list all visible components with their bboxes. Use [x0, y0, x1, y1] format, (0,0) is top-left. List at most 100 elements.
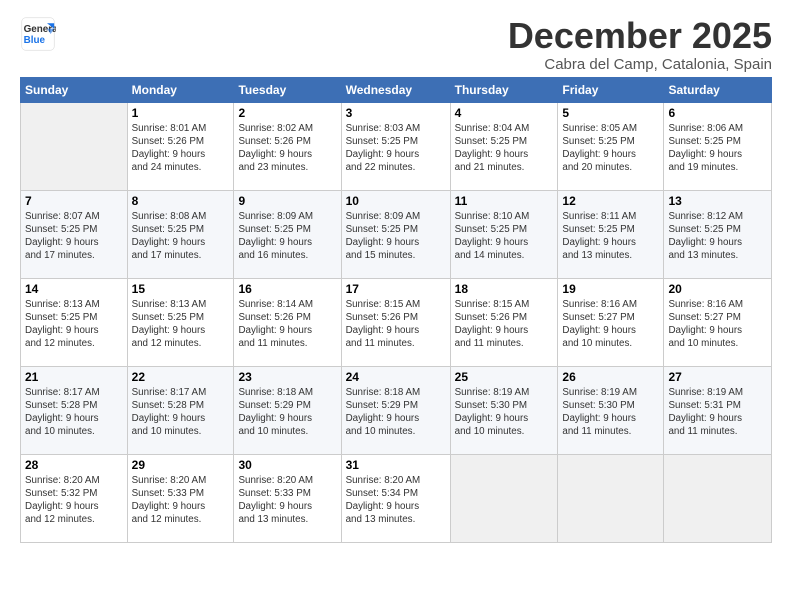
- day-number: 15: [132, 282, 230, 296]
- day-info: Sunrise: 8:19 AM Sunset: 5:30 PM Dayligh…: [562, 386, 659, 439]
- day-cell: 30 Sunrise: 8:20 AM Sunset: 5:33 PM Dayli…: [234, 454, 341, 542]
- day-cell: 23Sunrise: 8:18 AM Sunset: 5:29 PM Dayli…: [234, 366, 341, 454]
- day-info: Sunrise: 8:10 AM Sunset: 5:25 PM Dayligh…: [455, 210, 554, 263]
- day-cell: 17 Sunrise: 8:15 AM Sunset: 5:26 PM Dayli…: [341, 278, 450, 366]
- day-info: Sunrise: 8:16 AM Sunset: 5:27 PM Dayligh…: [562, 298, 659, 351]
- day-cell: 10 Sunrise: 8:09 AM Sunset: 5:25 PM Dayli…: [341, 190, 450, 278]
- day-cell: 28 Sunrise: 8:20 AM Sunset: 5:32 PM Dayli…: [21, 454, 128, 542]
- day-number: 30: [238, 458, 336, 472]
- day-number: 19: [562, 282, 659, 296]
- day-number: 1: [132, 106, 230, 120]
- day-cell: 14 Sunrise: 8:13 AM Sunset: 5:25 PM Dayli…: [21, 278, 128, 366]
- day-number: 27: [668, 370, 767, 384]
- day-info: Sunrise: 8:15 AM Sunset: 5:26 PM Dayligh…: [346, 298, 446, 351]
- day-cell: 18 Sunrise: 8:15 AM Sunset: 5:26 PM Dayli…: [450, 278, 558, 366]
- day-info: Sunrise: 8:20 AM Sunset: 5:33 PM Dayligh…: [238, 474, 336, 527]
- day-cell: 11 Sunrise: 8:10 AM Sunset: 5:25 PM Dayli…: [450, 190, 558, 278]
- day-cell: 8 Sunrise: 8:08 AM Sunset: 5:25 PM Daylig…: [127, 190, 234, 278]
- day-number: 16: [238, 282, 336, 296]
- day-info: Sunrise: 8:19 AM Sunset: 5:31 PM Dayligh…: [668, 386, 767, 439]
- calendar-table: Sunday Monday Tuesday Wednesday Thursday…: [20, 77, 772, 543]
- day-number: 2: [238, 106, 336, 120]
- header-row: Sunday Monday Tuesday Wednesday Thursday…: [21, 77, 772, 102]
- day-info: Sunrise: 8:03 AM Sunset: 5:25 PM Dayligh…: [346, 122, 446, 175]
- col-thursday: Thursday: [450, 77, 558, 102]
- day-info: Sunrise: 8:13 AM Sunset: 5:25 PM Dayligh…: [25, 298, 123, 351]
- day-cell: 25Sunrise: 8:19 AM Sunset: 5:30 PM Dayli…: [450, 366, 558, 454]
- week-row-2: 7Sunrise: 8:07 AM Sunset: 5:25 PM Daylig…: [21, 190, 772, 278]
- day-info: Sunrise: 8:15 AM Sunset: 5:26 PM Dayligh…: [455, 298, 554, 351]
- day-number: 8: [132, 194, 230, 208]
- day-number: 4: [455, 106, 554, 120]
- day-cell: [558, 454, 664, 542]
- day-info: Sunrise: 8:17 AM Sunset: 5:28 PM Dayligh…: [25, 386, 123, 439]
- day-number: 24: [346, 370, 446, 384]
- day-cell: 9 Sunrise: 8:09 AM Sunset: 5:25 PM Daylig…: [234, 190, 341, 278]
- day-cell: [450, 454, 558, 542]
- day-cell: [21, 102, 128, 190]
- day-number: 12: [562, 194, 659, 208]
- col-monday: Monday: [127, 77, 234, 102]
- day-number: 11: [455, 194, 554, 208]
- col-friday: Friday: [558, 77, 664, 102]
- day-number: 10: [346, 194, 446, 208]
- day-info: Sunrise: 8:08 AM Sunset: 5:25 PM Dayligh…: [132, 210, 230, 263]
- calendar-subtitle: Cabra del Camp, Catalonia, Spain: [508, 56, 772, 73]
- day-info: Sunrise: 8:18 AM Sunset: 5:29 PM Dayligh…: [238, 386, 336, 439]
- day-info: Sunrise: 8:20 AM Sunset: 5:34 PM Dayligh…: [346, 474, 446, 527]
- logo: General Blue: [20, 16, 56, 52]
- day-number: 17: [346, 282, 446, 296]
- day-cell: 24 Sunrise: 8:18 AM Sunset: 5:29 PM Dayli…: [341, 366, 450, 454]
- day-number: 21: [25, 370, 123, 384]
- day-info: Sunrise: 8:13 AM Sunset: 5:25 PM Dayligh…: [132, 298, 230, 351]
- day-cell: 31Sunrise: 8:20 AM Sunset: 5:34 PM Dayli…: [341, 454, 450, 542]
- calendar-body: 1 Sunrise: 8:01 AM Sunset: 5:26 PM Daylig…: [21, 102, 772, 542]
- day-number: 18: [455, 282, 554, 296]
- day-cell: 15 Sunrise: 8:13 AM Sunset: 5:25 PM Dayli…: [127, 278, 234, 366]
- week-row-3: 14 Sunrise: 8:13 AM Sunset: 5:25 PM Dayli…: [21, 278, 772, 366]
- week-row-4: 21 Sunrise: 8:17 AM Sunset: 5:28 PM Dayli…: [21, 366, 772, 454]
- day-cell: 21 Sunrise: 8:17 AM Sunset: 5:28 PM Dayli…: [21, 366, 128, 454]
- day-info: Sunrise: 8:09 AM Sunset: 5:25 PM Dayligh…: [238, 210, 336, 263]
- day-cell: 20 Sunrise: 8:16 AM Sunset: 5:27 PM Dayli…: [664, 278, 772, 366]
- day-number: 9: [238, 194, 336, 208]
- day-cell: 12 Sunrise: 8:11 AM Sunset: 5:25 PM Dayli…: [558, 190, 664, 278]
- day-info: Sunrise: 8:20 AM Sunset: 5:33 PM Dayligh…: [132, 474, 230, 527]
- logo-icon: General Blue: [20, 16, 56, 52]
- day-info: Sunrise: 8:16 AM Sunset: 5:27 PM Dayligh…: [668, 298, 767, 351]
- col-wednesday: Wednesday: [341, 77, 450, 102]
- week-row-5: 28 Sunrise: 8:20 AM Sunset: 5:32 PM Dayli…: [21, 454, 772, 542]
- title-block: December 2025 Cabra del Camp, Catalonia,…: [508, 16, 772, 73]
- day-cell: 4Sunrise: 8:04 AM Sunset: 5:25 PM Daylig…: [450, 102, 558, 190]
- day-cell: 27 Sunrise: 8:19 AM Sunset: 5:31 PM Dayli…: [664, 366, 772, 454]
- day-info: Sunrise: 8:20 AM Sunset: 5:32 PM Dayligh…: [25, 474, 123, 527]
- calendar-title: December 2025: [508, 16, 772, 56]
- day-cell: 16 Sunrise: 8:14 AM Sunset: 5:26 PM Dayli…: [234, 278, 341, 366]
- day-cell: 2Sunrise: 8:02 AM Sunset: 5:26 PM Daylig…: [234, 102, 341, 190]
- day-info: Sunrise: 8:18 AM Sunset: 5:29 PM Dayligh…: [346, 386, 446, 439]
- day-number: 28: [25, 458, 123, 472]
- day-info: Sunrise: 8:19 AM Sunset: 5:30 PM Dayligh…: [455, 386, 554, 439]
- header: General Blue December 2025 Cabra del Cam…: [20, 16, 772, 73]
- day-cell: 5 Sunrise: 8:05 AM Sunset: 5:25 PM Daylig…: [558, 102, 664, 190]
- day-number: 29: [132, 458, 230, 472]
- day-number: 22: [132, 370, 230, 384]
- day-info: Sunrise: 8:09 AM Sunset: 5:25 PM Dayligh…: [346, 210, 446, 263]
- day-cell: 22Sunrise: 8:17 AM Sunset: 5:28 PM Dayli…: [127, 366, 234, 454]
- day-number: 14: [25, 282, 123, 296]
- day-number: 13: [668, 194, 767, 208]
- day-info: Sunrise: 8:14 AM Sunset: 5:26 PM Dayligh…: [238, 298, 336, 351]
- day-number: 5: [562, 106, 659, 120]
- day-info: Sunrise: 8:05 AM Sunset: 5:25 PM Dayligh…: [562, 122, 659, 175]
- day-cell: 29 Sunrise: 8:20 AM Sunset: 5:33 PM Dayli…: [127, 454, 234, 542]
- week-row-1: 1 Sunrise: 8:01 AM Sunset: 5:26 PM Daylig…: [21, 102, 772, 190]
- day-info: Sunrise: 8:11 AM Sunset: 5:25 PM Dayligh…: [562, 210, 659, 263]
- day-info: Sunrise: 8:01 AM Sunset: 5:26 PM Dayligh…: [132, 122, 230, 175]
- day-number: 20: [668, 282, 767, 296]
- day-cell: 13Sunrise: 8:12 AM Sunset: 5:25 PM Dayli…: [664, 190, 772, 278]
- col-saturday: Saturday: [664, 77, 772, 102]
- day-cell: 6Sunrise: 8:06 AM Sunset: 5:25 PM Daylig…: [664, 102, 772, 190]
- page: General Blue December 2025 Cabra del Cam…: [0, 0, 792, 559]
- col-tuesday: Tuesday: [234, 77, 341, 102]
- day-cell: 19 Sunrise: 8:16 AM Sunset: 5:27 PM Dayli…: [558, 278, 664, 366]
